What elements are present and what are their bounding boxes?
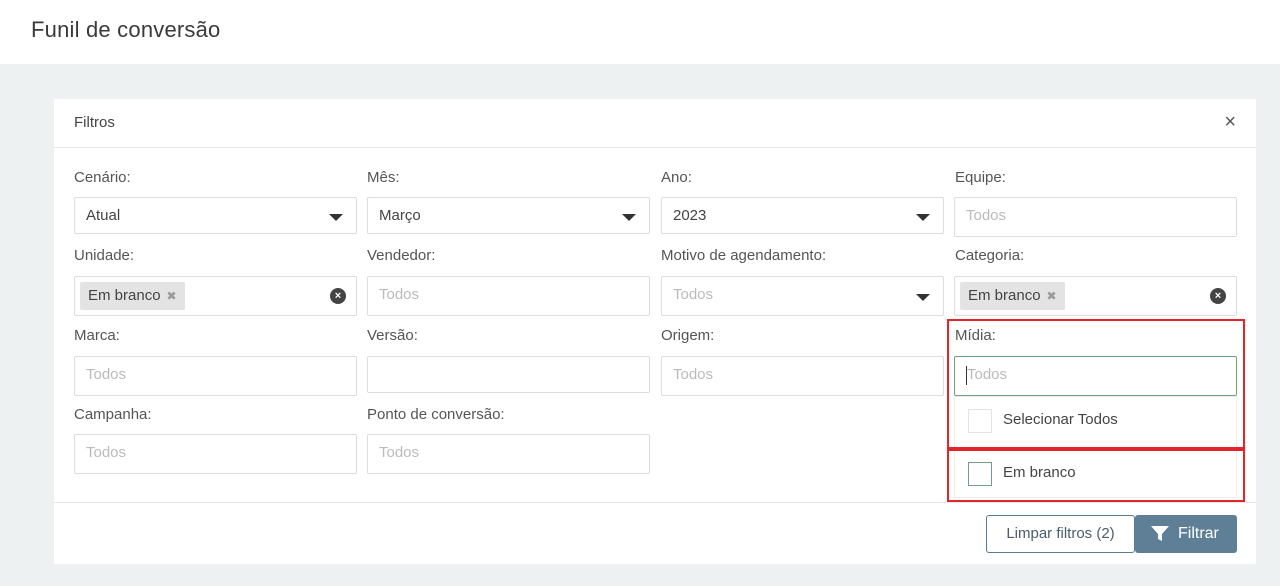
highlight-box: [947, 449, 1245, 502]
cenario-select[interactable]: Atual: [74, 197, 357, 234]
equipe-input[interactable]: Todos: [954, 197, 1237, 237]
filter-button[interactable]: Filtrar: [1135, 515, 1237, 553]
filters-title: Filtros: [74, 114, 115, 131]
origem-input[interactable]: Todos: [661, 356, 944, 396]
ponto-input[interactable]: Todos: [367, 434, 650, 474]
caret-down-icon: [916, 294, 930, 301]
page-header: Funil de conversão: [0, 0, 1280, 64]
cenario-label: Cenário:: [74, 169, 131, 186]
motivo-label: Motivo de agendamento:: [661, 247, 827, 264]
categoria-tag-label: Em branco: [968, 287, 1041, 304]
marca-label: Marca:: [74, 327, 120, 344]
remove-tag-icon[interactable]: ✖: [167, 289, 177, 303]
unidade-label: Unidade:: [74, 247, 135, 264]
clear-filters-button[interactable]: Limpar filtros (2): [986, 515, 1135, 553]
origem-label: Origem:: [661, 327, 715, 344]
vendedor-label: Vendedor:: [367, 247, 436, 264]
unidade-tag-label: Em branco: [88, 287, 161, 304]
page-title: Funil de conversão: [31, 17, 221, 42]
cenario-value: Atual: [86, 207, 121, 224]
campanha-placeholder: Todos: [86, 444, 127, 461]
campanha-input[interactable]: Todos: [74, 434, 357, 474]
unidade-tag: Em branco ✖: [80, 282, 185, 310]
remove-tag-icon[interactable]: ✖: [1047, 289, 1057, 303]
caret-down-icon: [916, 214, 930, 221]
caret-down-icon: [329, 214, 343, 221]
campanha-label: Campanha:: [74, 406, 152, 423]
versao-label: Versão:: [367, 327, 418, 344]
filters-panel: Filtros × Cenário: Atual Mês: Março Ano:…: [54, 99, 1256, 564]
funnel-icon: [1151, 526, 1169, 541]
equipe-placeholder: Todos: [966, 207, 1007, 224]
motivo-placeholder: Todos: [673, 286, 714, 303]
close-icon[interactable]: ×: [1224, 112, 1236, 132]
equipe-label: Equipe:: [955, 169, 1006, 186]
categoria-tag: Em branco ✖: [960, 282, 1065, 310]
ano-value: 2023: [673, 207, 707, 224]
ponto-placeholder: Todos: [379, 444, 420, 461]
ano-label: Ano:: [661, 169, 692, 186]
mes-select[interactable]: Março: [367, 197, 650, 234]
marca-input[interactable]: Todos: [74, 356, 357, 396]
origem-placeholder: Todos: [673, 366, 714, 383]
categoria-select[interactable]: Em branco ✖ ×: [954, 276, 1237, 316]
highlight-box: [947, 319, 1245, 449]
filter-button-label: Filtrar: [1178, 525, 1219, 542]
versao-input[interactable]: [367, 356, 650, 393]
marca-placeholder: Todos: [86, 366, 127, 383]
caret-down-icon: [622, 214, 636, 221]
ponto-label: Ponto de conversão:: [367, 406, 505, 423]
divider: [54, 147, 1256, 148]
vendedor-placeholder: Todos: [379, 286, 420, 303]
motivo-select[interactable]: Todos: [661, 276, 944, 316]
unidade-select[interactable]: Em branco ✖ ×: [74, 276, 357, 316]
categoria-label: Categoria:: [955, 247, 1025, 264]
mes-label: Mês:: [367, 169, 400, 186]
mes-value: Março: [379, 207, 421, 224]
ano-select[interactable]: 2023: [661, 197, 944, 234]
clear-icon[interactable]: ×: [330, 288, 346, 304]
vendedor-input[interactable]: Todos: [367, 276, 650, 316]
divider: [54, 502, 1256, 503]
clear-icon[interactable]: ×: [1210, 288, 1226, 304]
